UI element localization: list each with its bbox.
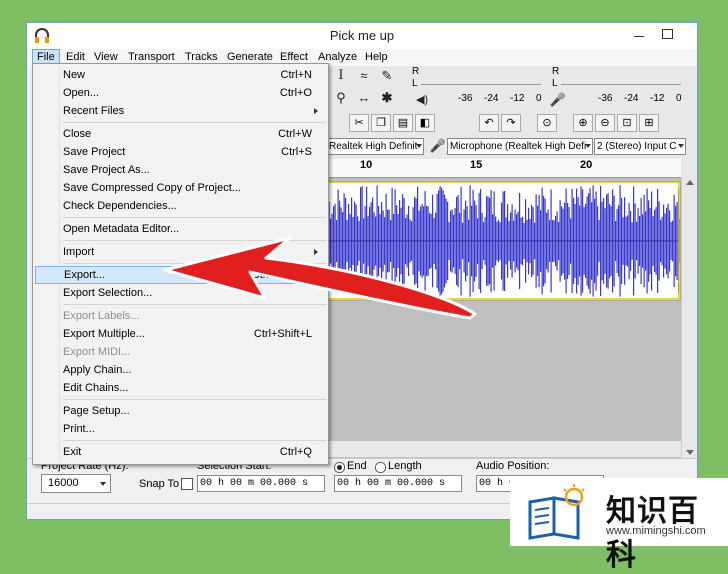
watermark-url: www.mimingshi.com [606, 525, 706, 537]
book-lightbulb-icon [528, 484, 585, 540]
red-arrow [163, 236, 477, 320]
arrow-shape [163, 236, 477, 320]
watermark: 知识百科 www.mimingshi.com [510, 478, 728, 572]
